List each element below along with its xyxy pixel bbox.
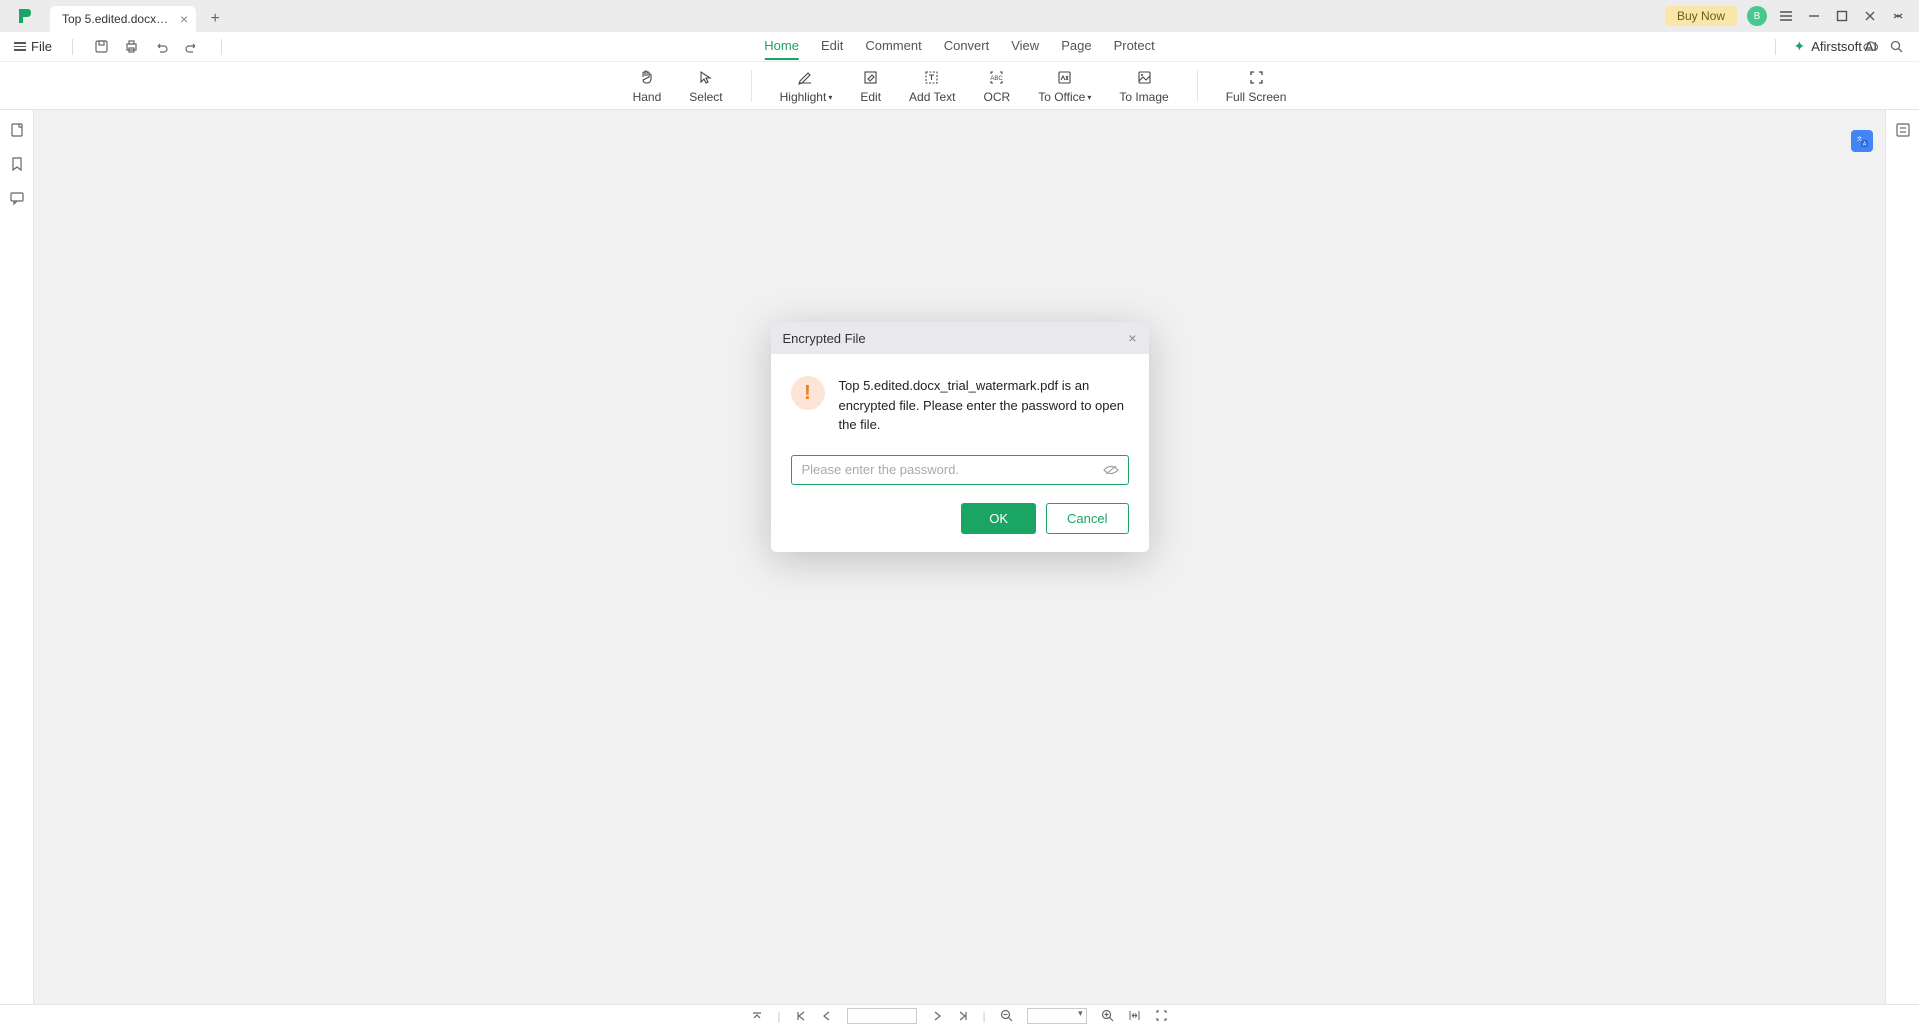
dialog-message: Top 5.edited.docx_trial_watermark.pdf is… — [839, 376, 1129, 435]
dialog-title: Encrypted File — [783, 331, 866, 346]
dialog-footer: OK Cancel — [771, 503, 1149, 552]
encrypted-file-dialog: Encrypted File × ! Top 5.edited.docx_tri… — [771, 322, 1149, 552]
ok-button[interactable]: OK — [961, 503, 1036, 534]
dialog-close-icon[interactable]: × — [1128, 330, 1136, 346]
dialog-header: Encrypted File × — [771, 322, 1149, 354]
eye-icon[interactable] — [1103, 463, 1119, 477]
password-field-wrap — [791, 455, 1129, 485]
cancel-button[interactable]: Cancel — [1046, 503, 1128, 534]
dialog-overlay: Encrypted File × ! Top 5.edited.docx_tri… — [0, 0, 1919, 1026]
dialog-message-row: ! Top 5.edited.docx_trial_watermark.pdf … — [791, 376, 1129, 435]
warning-icon: ! — [791, 376, 825, 410]
password-input[interactable] — [791, 455, 1129, 485]
dialog-body: ! Top 5.edited.docx_trial_watermark.pdf … — [771, 354, 1149, 503]
